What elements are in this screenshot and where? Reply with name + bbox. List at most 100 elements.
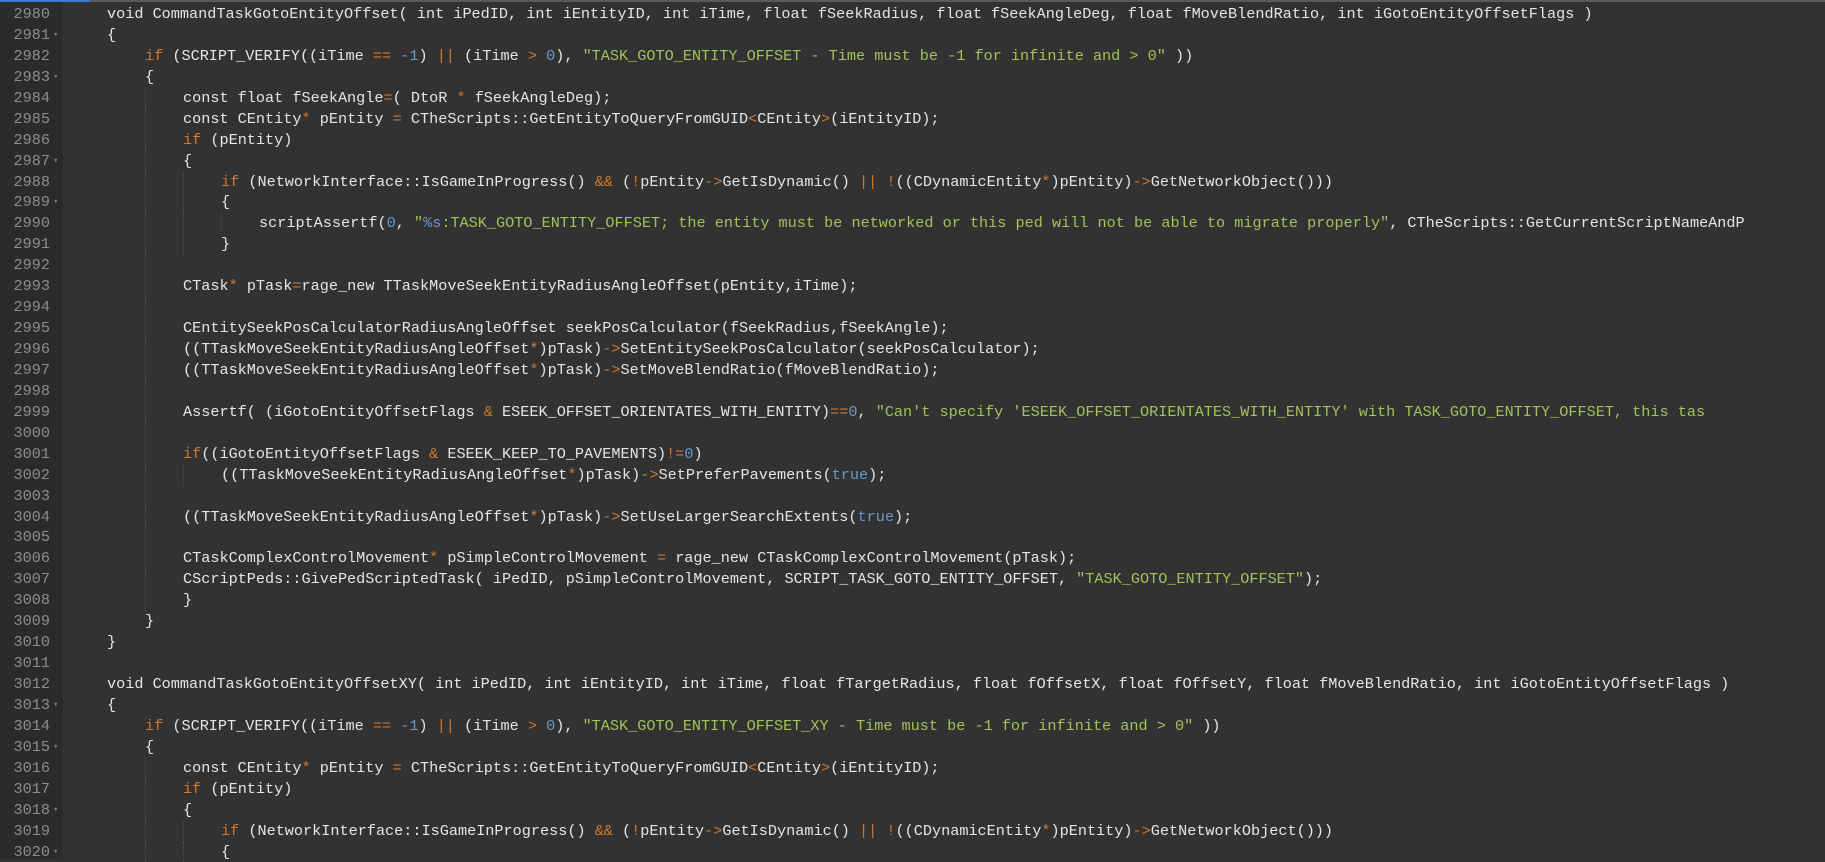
code-line[interactable]: 3019if (NetworkInterface::IsGameInProgre… xyxy=(0,821,1825,842)
code-line[interactable]: 3013▾{ xyxy=(0,695,1825,716)
code-line[interactable]: 3009} xyxy=(0,611,1825,632)
indent-guide xyxy=(107,130,145,151)
code-line[interactable]: 3004((TTaskMoveSeekEntityRadiusAngleOffs… xyxy=(0,507,1825,528)
code-line[interactable]: 2991} xyxy=(0,234,1825,255)
code-text: const float fSeekAngle=( DtoR * fSeekAng… xyxy=(69,88,611,109)
operator-token: * xyxy=(301,759,310,777)
indent-guide xyxy=(69,46,107,67)
code-token: GetNetworkObject())) xyxy=(1151,173,1333,191)
code-token: , xyxy=(857,403,875,421)
code-token: pSimpleControlMovement xyxy=(438,549,657,567)
code-line[interactable]: 2988if (NetworkInterface::IsGameInProgre… xyxy=(0,172,1825,193)
active-tab-indicator[interactable] xyxy=(0,0,90,2)
fold-arrow-icon[interactable]: ▾ xyxy=(53,737,58,758)
code-token: GetIsDynamic() xyxy=(722,173,859,191)
code-line[interactable]: 2998 xyxy=(0,381,1825,402)
code-line[interactable]: 3014if (SCRIPT_VERIFY((iTime == -1) || (… xyxy=(0,716,1825,737)
fold-arrow-icon[interactable]: ▾ xyxy=(53,67,58,88)
code-line[interactable]: 3006CTaskComplexControlMovement* pSimple… xyxy=(0,548,1825,569)
code-line[interactable]: 3018▾{ xyxy=(0,800,1825,821)
code-line[interactable]: 3002 ((TTaskMoveSeekEntityRadiusAngleOffs… xyxy=(0,465,1825,486)
code-line[interactable]: 2994 xyxy=(0,297,1825,318)
indent-guide xyxy=(107,192,145,213)
fold-arrow-icon[interactable]: ▾ xyxy=(53,695,58,716)
line-number: 3019 xyxy=(0,821,50,842)
indent-guide xyxy=(145,486,183,507)
code-line[interactable]: 2997((TTaskMoveSeekEntityRadiusAngleOffs… xyxy=(0,360,1825,381)
code-line[interactable]: 2996((TTaskMoveSeekEntityRadiusAngleOffs… xyxy=(0,339,1825,360)
line-number: 3002 xyxy=(0,465,50,486)
indent-guide xyxy=(145,192,183,213)
tab-bar xyxy=(0,0,1825,2)
operator-token: -> xyxy=(602,508,620,526)
operator-token: -> xyxy=(704,822,722,840)
code-line[interactable]: 3012void CommandTaskGotoEntityOffsetXY( … xyxy=(0,674,1825,695)
indent-guide xyxy=(145,213,183,234)
indent-guide xyxy=(69,590,107,611)
indent-guide xyxy=(145,130,183,151)
code-token: ((TTaskMoveSeekEntityRadiusAngleOffset xyxy=(221,466,567,484)
code-token: { xyxy=(183,801,192,819)
code-line[interactable]: 3005 xyxy=(0,527,1825,548)
code-line[interactable]: 3007CScriptPeds::GivePedScriptedTask( iP… xyxy=(0,569,1825,590)
code-text: void CommandTaskGotoEntityOffsetXY( int … xyxy=(69,674,1729,695)
code-line[interactable]: 3001if((iGotoEntityOffsetFlags & ESEEK_K… xyxy=(0,444,1825,465)
operator-token: = xyxy=(657,549,666,567)
code-text: const CEntity* pEntity = CTheScripts::Ge… xyxy=(69,758,940,779)
code-line[interactable]: 3010} xyxy=(0,632,1825,653)
indent-guide xyxy=(145,234,183,255)
code-line[interactable]: 2984const float fSeekAngle=( DtoR * fSee… xyxy=(0,88,1825,109)
code-line[interactable]: 3008} xyxy=(0,590,1825,611)
code-token: { xyxy=(107,26,116,44)
line-number: 2990 xyxy=(0,213,50,234)
code-line[interactable]: 2990scriptAssertf(0, "%s:TASK_GOTO_ENTIT… xyxy=(0,213,1825,234)
code-token: ) xyxy=(693,445,702,463)
code-token: ( DtoR xyxy=(393,89,457,107)
code-token: (iEntityID); xyxy=(830,759,939,777)
code-line[interactable]: 2981▾{ xyxy=(0,25,1825,46)
code-token: CTheScripts::GetEntityToQueryFromGUID xyxy=(402,759,748,777)
code-token: )pTask) xyxy=(538,508,602,526)
code-token: ESEEK_KEEP_TO_PAVEMENTS) xyxy=(438,445,666,463)
indent-guide xyxy=(107,716,145,737)
code-line[interactable]: 2980void CommandTaskGotoEntityOffset( in… xyxy=(0,4,1825,25)
operator-token: || xyxy=(859,822,877,840)
code-text: { xyxy=(69,800,192,821)
line-number: 3017 xyxy=(0,779,50,800)
code-token: { xyxy=(183,152,192,170)
code-line[interactable]: 2995CEntitySeekPosCalculatorRadiusAngleO… xyxy=(0,318,1825,339)
operator-token: && xyxy=(595,173,613,191)
line-number: 2994 xyxy=(0,297,50,318)
code-line[interactable]: 2999Assertf( (iGotoEntityOffsetFlags & E… xyxy=(0,402,1825,423)
fold-arrow-icon[interactable]: ▾ xyxy=(53,151,58,172)
code-line[interactable]: 3016const CEntity* pEntity = CTheScripts… xyxy=(0,758,1825,779)
code-line[interactable]: 3000 xyxy=(0,423,1825,444)
fold-arrow-icon[interactable]: ▾ xyxy=(53,800,58,821)
code-token: ((iGotoEntityOffsetFlags xyxy=(201,445,429,463)
code-text: { xyxy=(69,151,192,172)
indent-guide xyxy=(69,255,107,276)
fold-arrow-icon[interactable]: ▾ xyxy=(53,25,58,46)
indent-guide xyxy=(107,109,145,130)
code-line[interactable]: 2987▾{ xyxy=(0,151,1825,172)
line-number: 3015 xyxy=(0,737,50,758)
code-line[interactable]: 2989▾{ xyxy=(0,192,1825,213)
code-line[interactable]: 2993CTask* pTask=rage_new TTaskMoveSeekE… xyxy=(0,276,1825,297)
indent-guide xyxy=(107,444,145,465)
code-token: { xyxy=(221,843,230,861)
code-line[interactable]: 2983▾{ xyxy=(0,67,1825,88)
code-line[interactable]: 2986if (pEntity) xyxy=(0,130,1825,151)
code-line[interactable]: 2985const CEntity* pEntity = CTheScripts… xyxy=(0,109,1825,130)
code-line[interactable]: 3003 xyxy=(0,486,1825,507)
code-line[interactable]: 3017if (pEntity) xyxy=(0,779,1825,800)
code-line[interactable]: 2992 xyxy=(0,255,1825,276)
indent-guide xyxy=(69,737,107,758)
code-line[interactable]: 3015▾{ xyxy=(0,737,1825,758)
code-token: ((TTaskMoveSeekEntityRadiusAngleOffset xyxy=(183,340,529,358)
indent-guide xyxy=(69,151,107,172)
code-editor[interactable]: 2980void CommandTaskGotoEntityOffset( in… xyxy=(0,4,1825,862)
code-line[interactable]: 3011 xyxy=(0,653,1825,674)
fold-arrow-icon[interactable]: ▾ xyxy=(53,192,58,213)
indent-guide xyxy=(107,381,145,402)
code-line[interactable]: 2982if (SCRIPT_VERIFY((iTime == -1) || (… xyxy=(0,46,1825,67)
